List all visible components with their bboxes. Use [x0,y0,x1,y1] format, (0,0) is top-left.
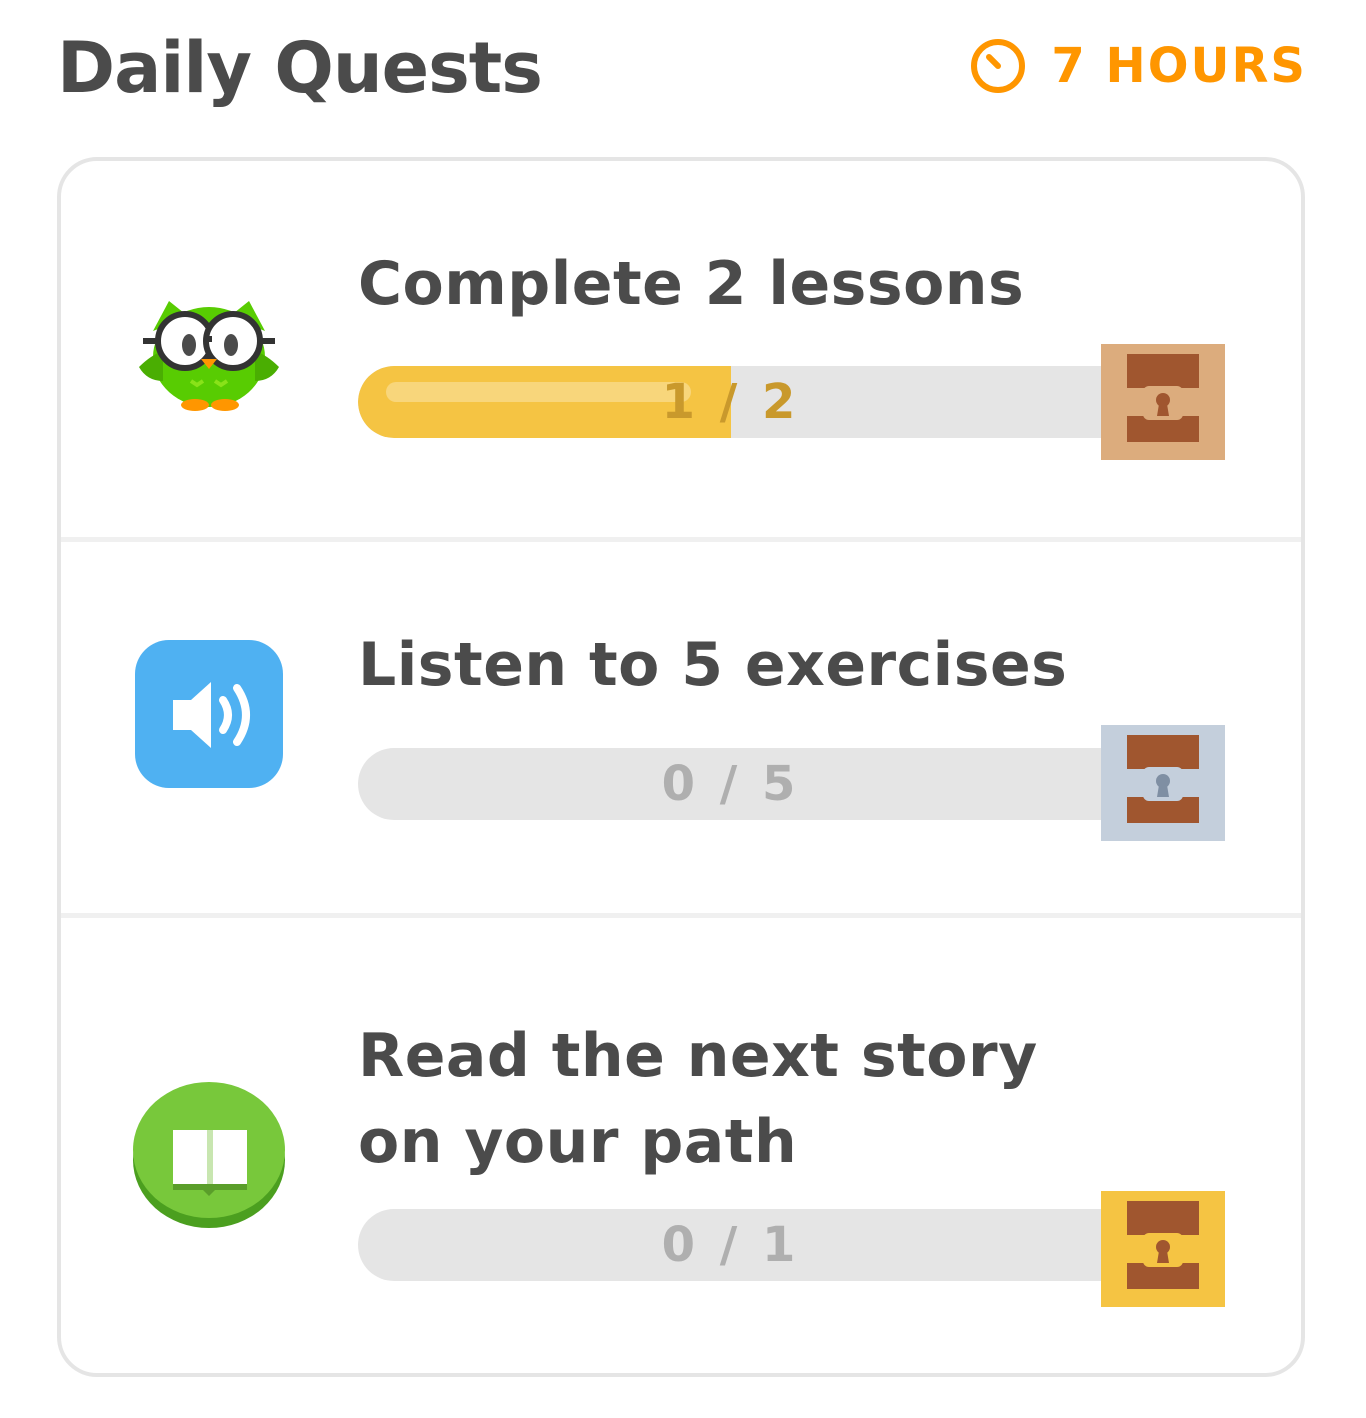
speaker-icon [133,638,285,790]
progress-bar: 0 / 5 [358,748,1103,820]
quest-item[interactable]: Complete 2 lessons 1 / 2 [61,161,1301,537]
page-title: Daily Quests [57,27,543,109]
quest-title: Listen to 5 exercises [358,630,1068,700]
timer-label: 7 HOURS [1051,38,1307,94]
progress-bar: 0 / 1 [358,1209,1103,1281]
quests-card: Complete 2 lessons 1 / 2 Listen to 5 exe… [57,157,1305,1377]
bronze-chest-icon[interactable] [1101,344,1225,460]
book-icon [133,1076,285,1228]
daily-quests-header: Daily Quests 7 HOURS [57,22,1307,112]
progress-label: 1 / 2 [661,374,800,430]
duo-owl-icon [133,271,285,423]
quest-title: Complete 2 lessons [358,249,1025,319]
quest-item[interactable]: Listen to 5 exercises 0 / 5 [61,537,1301,913]
clock-icon [969,37,1027,95]
silver-chest-icon[interactable] [1101,725,1225,841]
quest-timer: 7 HOURS [969,36,1307,96]
quest-title: Read the next story on your path [358,1021,1038,1177]
quest-item[interactable]: Read the next story on your path 0 / 1 [61,913,1301,1373]
gold-chest-icon[interactable] [1101,1191,1225,1307]
progress-bar: 1 / 2 [358,366,1103,438]
progress-label: 0 / 5 [661,756,800,812]
progress-label: 0 / 1 [661,1217,800,1273]
